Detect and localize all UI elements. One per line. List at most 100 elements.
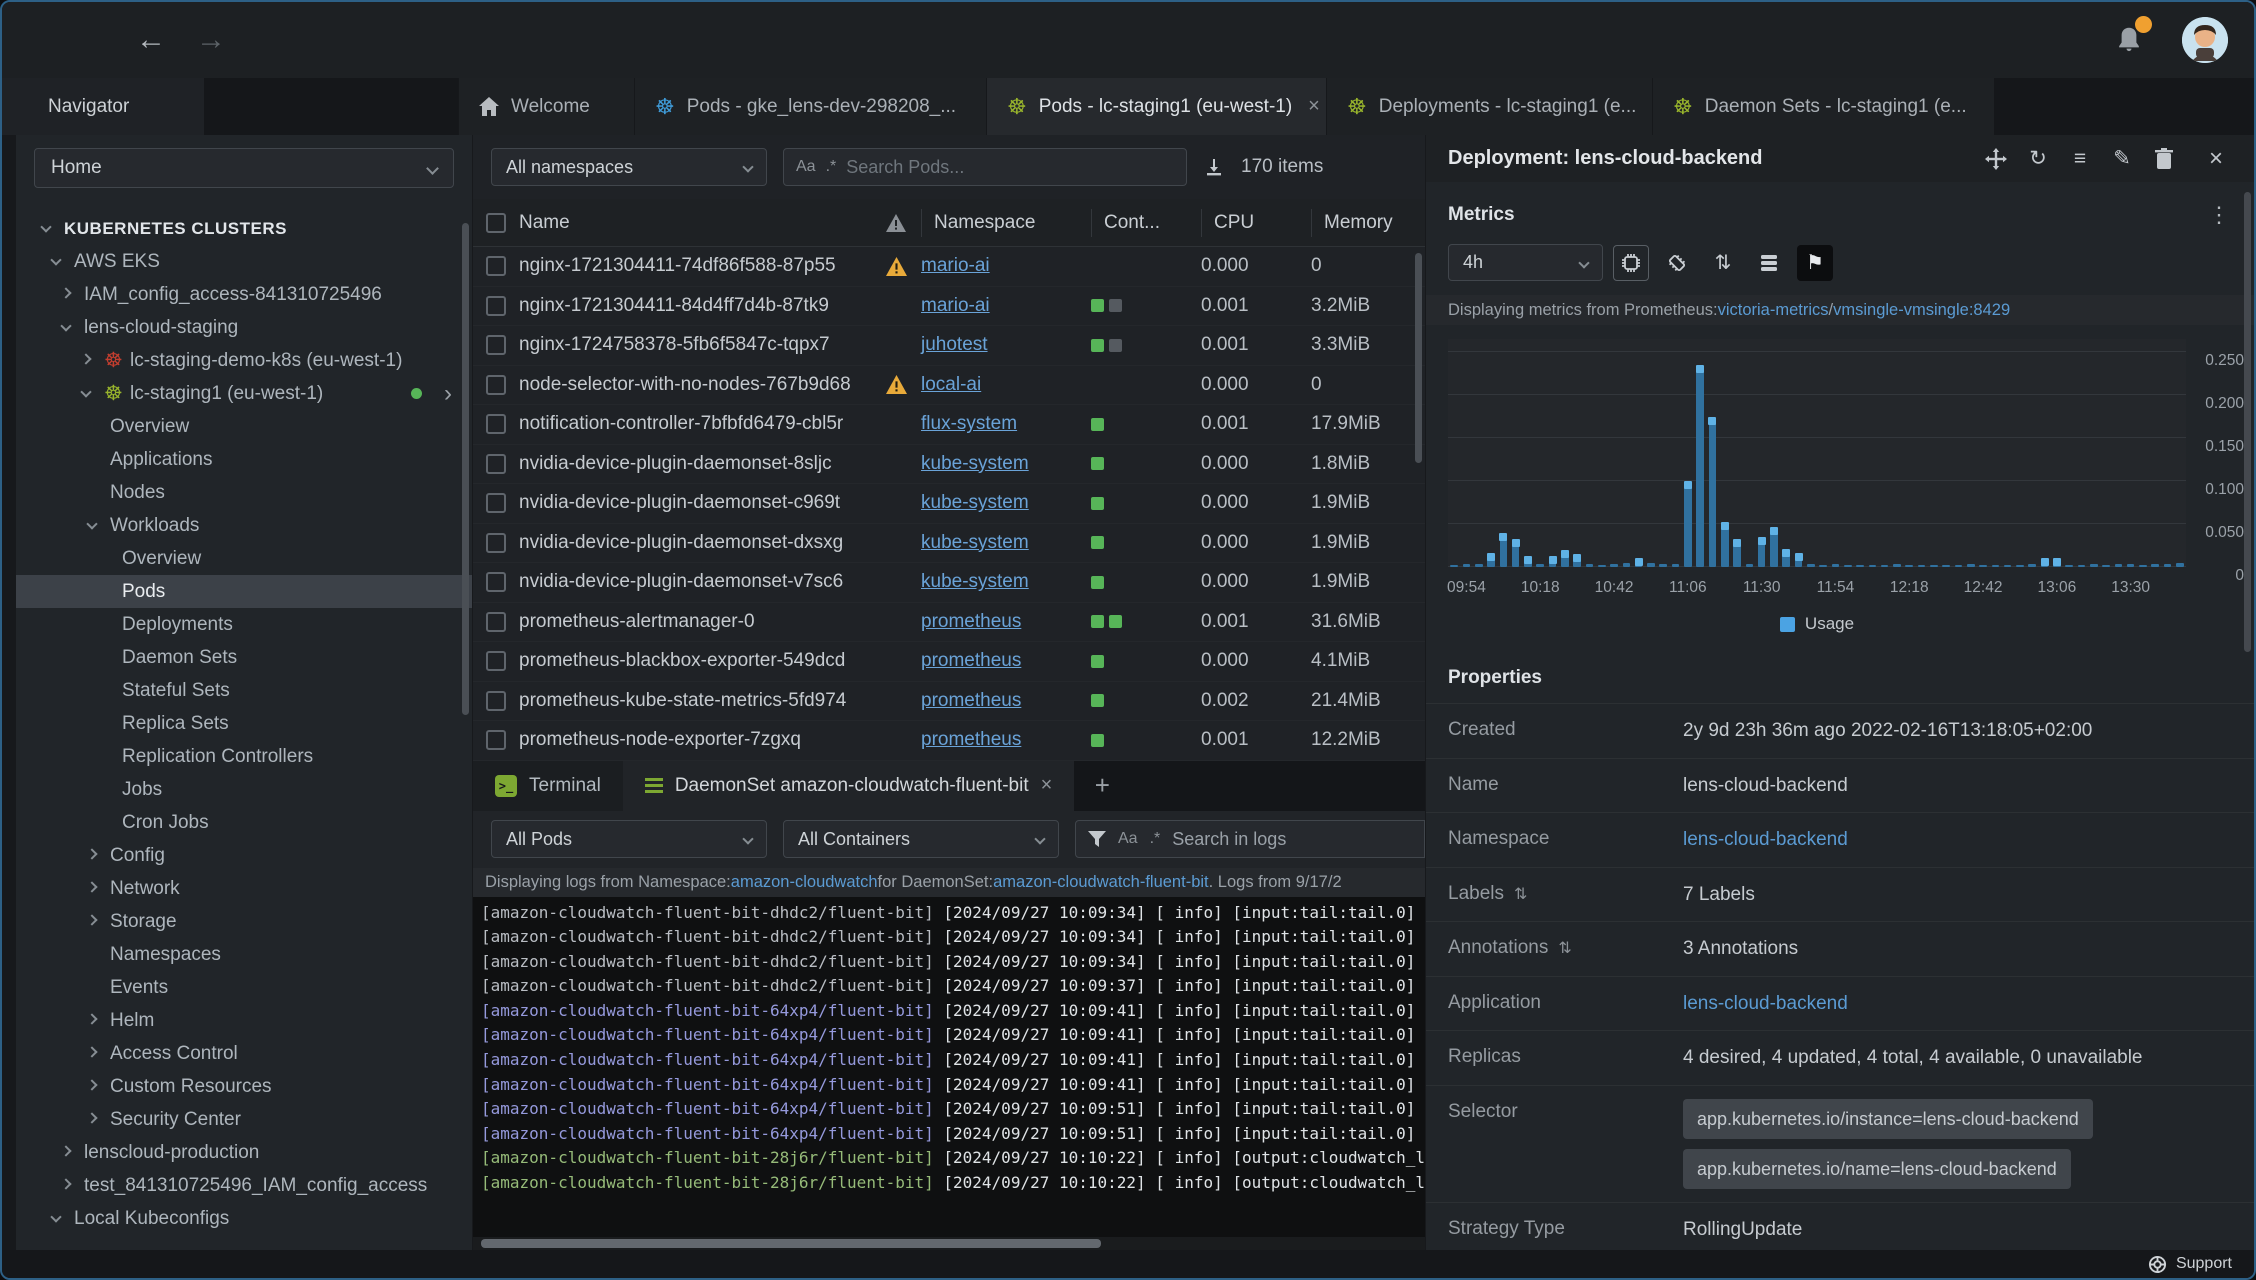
regex-icon[interactable]: .* <box>826 158 837 176</box>
logs-menu-icon[interactable]: ≡ <box>2064 143 2096 175</box>
notifications-button[interactable] <box>2114 16 2152 56</box>
pod-row[interactable]: nginx-1721304411-74df86f588-87p55 mario-a… <box>473 247 1425 287</box>
pod-namespace-link[interactable]: prometheus <box>921 650 1021 671</box>
dock-tab-terminal[interactable]: >_ Terminal <box>473 760 623 811</box>
chevron-right-icon[interactable] <box>86 848 110 860</box>
pod-namespace-link[interactable]: mario-ai <box>921 295 990 316</box>
row-checkbox[interactable] <box>486 572 506 593</box>
close-tab-icon[interactable]: × <box>1308 95 1320 118</box>
pod-namespace-link[interactable]: kube-system <box>921 532 1029 553</box>
row-checkbox[interactable] <box>486 690 506 711</box>
pod-row[interactable]: prometheus-blackbox-exporter-549dcd prome… <box>473 642 1425 682</box>
sidebar-item-helm[interactable]: Helm <box>16 1004 472 1037</box>
row-checkbox[interactable] <box>486 493 506 514</box>
cpu-metric-button[interactable] <box>1613 244 1649 281</box>
log-hscrollbar-thumb[interactable] <box>481 1239 1101 1248</box>
select-all-checkbox[interactable] <box>486 212 506 233</box>
column-name[interactable]: Name <box>519 212 871 234</box>
download-icon[interactable] <box>1203 156 1225 178</box>
scale-icon[interactable] <box>1980 143 2012 175</box>
sidebar-item-local-kubeconfigs[interactable]: Local Kubeconfigs <box>16 1202 472 1235</box>
pod-row[interactable]: prometheus-node-exporter-7zgxq prometheus… <box>473 721 1425 761</box>
pod-row[interactable]: notification-controller-7bfbfd6479-cbl5r… <box>473 405 1425 445</box>
context-select[interactable]: Home <box>34 148 454 188</box>
avatar[interactable] <box>2182 17 2228 63</box>
chevron-right-icon[interactable] <box>60 1145 84 1157</box>
chart-plot-area[interactable] <box>1448 339 2186 567</box>
property-link[interactable]: lens-cloud-backend <box>1683 829 1848 850</box>
chevron-right-icon[interactable] <box>86 1013 110 1025</box>
chart-legend[interactable]: Usage <box>1448 611 2186 637</box>
log-search-input[interactable] <box>1172 828 1412 850</box>
sidebar-item-overview[interactable]: Overview <box>16 410 472 443</box>
tab-daemon-sets-lc-staging1-e[interactable]: ☸ Daemon Sets - lc-staging1 (e... <box>1652 78 1994 135</box>
sidebar-item-replication-controllers[interactable]: Replication Controllers <box>16 740 472 773</box>
dock-tab-logs[interactable]: DaemonSet amazon-cloudwatch-fluent-bit × <box>622 760 1075 811</box>
match-case-icon[interactable]: Aa <box>796 158 816 176</box>
log-output[interactable]: [amazon-cloudwatch-fluent-bit-dhdc2/flue… <box>473 896 1425 1237</box>
navigator-tab[interactable]: Navigator <box>2 78 204 135</box>
chevron-down-icon[interactable] <box>40 221 64 233</box>
filter-funnel-icon[interactable] <box>1088 831 1106 847</box>
more-options-icon[interactable]: ⋮ <box>2208 202 2230 228</box>
sidebar-item-cron-jobs[interactable]: Cron Jobs <box>16 806 472 839</box>
row-checkbox[interactable] <box>486 414 506 435</box>
sidebar-item-applications[interactable]: Applications <box>16 443 472 476</box>
back-button[interactable]: ← <box>130 19 172 61</box>
sidebar-item-daemon-sets[interactable]: Daemon Sets <box>16 641 472 674</box>
chevron-down-icon[interactable] <box>50 254 74 266</box>
sidebar-item-network[interactable]: Network <box>16 872 472 905</box>
chevron-down-icon[interactable] <box>60 320 84 332</box>
sidebar-item-stateful-sets[interactable]: Stateful Sets <box>16 674 472 707</box>
pod-namespace-link[interactable]: prometheus <box>921 729 1021 750</box>
stacked-bars-icon[interactable] <box>1751 245 1787 281</box>
sidebar-item-events[interactable]: Events <box>16 971 472 1004</box>
chevron-right-icon[interactable] <box>86 881 110 893</box>
pod-namespace-link[interactable]: juhotest <box>921 334 988 355</box>
drawer-scrollbar[interactable] <box>2244 192 2251 652</box>
delete-icon[interactable] <box>2148 143 2180 175</box>
selector-chip[interactable]: app.kubernetes.io/name=lens-cloud-backen… <box>1683 1148 2071 1190</box>
sidebar-item-access-control[interactable]: Access Control <box>16 1037 472 1070</box>
row-checkbox[interactable] <box>486 295 506 316</box>
sidebar-item-replica-sets[interactable]: Replica Sets <box>16 707 472 740</box>
sidebar-item-overview[interactable]: Overview <box>16 542 472 575</box>
column-warnings[interactable] <box>871 213 921 232</box>
pod-namespace-link[interactable]: kube-system <box>921 571 1029 592</box>
row-checkbox[interactable] <box>486 651 506 672</box>
chevron-right-icon[interactable] <box>86 1079 110 1091</box>
metrics-endpoint-link[interactable]: vmsingle-vmsingle:8429 <box>1833 301 2010 320</box>
log-namespace-link[interactable]: amazon-cloudwatch <box>731 873 878 892</box>
new-dock-tab-button[interactable]: + <box>1074 761 1130 811</box>
column-containers[interactable]: Cont... <box>1091 208 1201 237</box>
column-cpu[interactable]: CPU <box>1201 208 1311 237</box>
memory-metric-button[interactable] <box>1659 245 1695 281</box>
sidebar-item-kubernetes-clusters[interactable]: KUBERNETES CLUSTERS <box>16 212 472 245</box>
chevron-down-icon[interactable] <box>80 386 104 398</box>
pod-namespace-link[interactable]: mario-ai <box>921 255 990 276</box>
sidebar-item-deployments[interactable]: Deployments <box>16 608 472 641</box>
flag-icon[interactable]: ⚑ <box>1797 244 1833 281</box>
chevron-right-icon[interactable] <box>86 1046 110 1058</box>
sidebar-item-pods[interactable]: Pods <box>16 575 472 608</box>
chevron-right-icon[interactable] <box>60 1178 84 1190</box>
pod-filter-select[interactable]: All Pods <box>491 820 767 858</box>
chevron-right-icon[interactable] <box>80 353 104 365</box>
row-checkbox[interactable] <box>486 611 506 632</box>
pod-namespace-link[interactable]: kube-system <box>921 492 1029 513</box>
chevron-down-icon[interactable] <box>50 1211 74 1223</box>
row-checkbox[interactable] <box>486 335 506 356</box>
pod-namespace-link[interactable]: prometheus <box>921 690 1021 711</box>
sidebar-item-storage[interactable]: Storage <box>16 905 472 938</box>
pod-row[interactable]: node-selector-with-no-nodes-767b9d68 loca… <box>473 366 1425 406</box>
property-link[interactable]: lens-cloud-backend <box>1683 993 1848 1014</box>
sidebar-scrollbar[interactable] <box>462 223 469 715</box>
sidebar-item-namespaces[interactable]: Namespaces <box>16 938 472 971</box>
sidebar-item-aws-eks[interactable]: AWS EKS <box>16 245 472 278</box>
sidebar-item-lens-cloud-staging[interactable]: lens-cloud-staging <box>16 311 472 344</box>
restart-icon[interactable]: ↻ <box>2022 143 2054 175</box>
log-daemonset-link[interactable]: amazon-cloudwatch-fluent-bit <box>993 873 1209 892</box>
expand-icon[interactable]: ⇅ <box>1514 884 1527 904</box>
sidebar-item-nodes[interactable]: Nodes <box>16 476 472 509</box>
pod-namespace-link[interactable]: kube-system <box>921 453 1029 474</box>
